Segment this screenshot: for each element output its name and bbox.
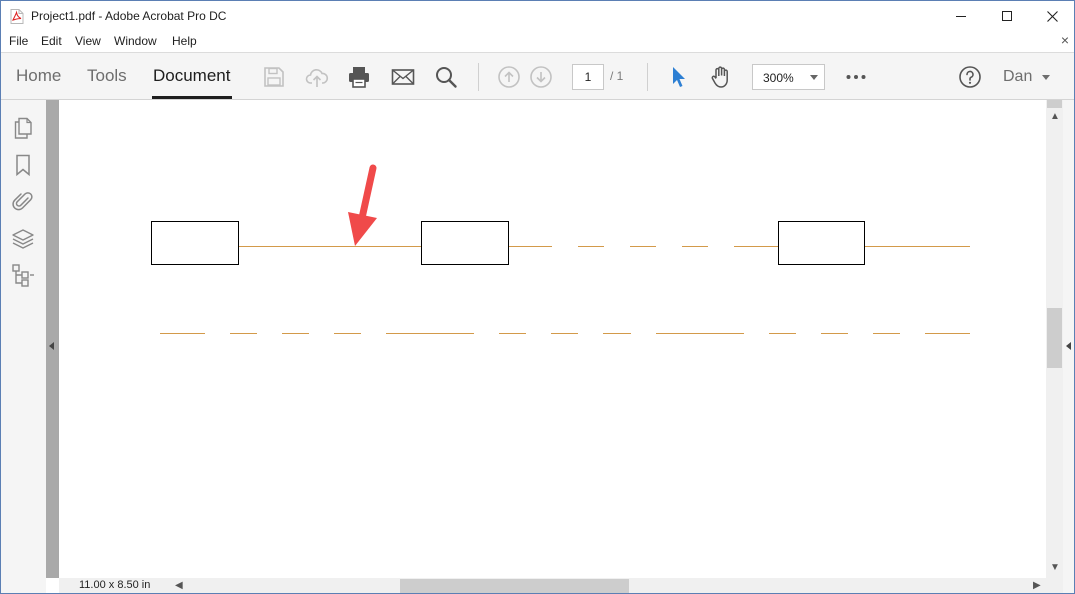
pages-panel-button[interactable] bbox=[11, 116, 35, 140]
cloud-upload-icon bbox=[305, 69, 329, 87]
search-button[interactable] bbox=[434, 65, 458, 89]
more-icon bbox=[846, 75, 866, 79]
scroll-down-icon[interactable]: ▼ bbox=[1050, 563, 1060, 573]
toolbar-separator bbox=[647, 63, 648, 91]
previous-page-button[interactable] bbox=[497, 65, 521, 89]
model-tree-panel-button[interactable] bbox=[11, 263, 35, 287]
bookmarks-panel-button[interactable] bbox=[11, 153, 35, 177]
pdf-page[interactable] bbox=[59, 100, 1046, 578]
chevron-left-icon bbox=[1066, 342, 1071, 350]
chevron-down-icon bbox=[810, 75, 818, 80]
next-page-button[interactable] bbox=[529, 65, 553, 89]
select-cursor-icon bbox=[673, 67, 685, 87]
menu-help[interactable]: Help bbox=[172, 34, 197, 48]
zoom-select[interactable]: 300% bbox=[752, 64, 825, 90]
menu-edit[interactable]: Edit bbox=[41, 34, 62, 48]
pages-icon bbox=[14, 117, 32, 139]
scroll-left-icon[interactable]: ◀ bbox=[175, 581, 183, 591]
menu-file[interactable]: File bbox=[9, 34, 28, 48]
next-page-icon bbox=[530, 66, 552, 88]
chevron-left-icon bbox=[49, 342, 54, 350]
help-button[interactable] bbox=[958, 65, 982, 89]
hand-tool-icon bbox=[711, 66, 728, 88]
menu-window[interactable]: Window bbox=[114, 34, 157, 48]
close-window-button[interactable] bbox=[1029, 1, 1074, 31]
previous-page-icon bbox=[498, 66, 520, 88]
select-tool-button[interactable] bbox=[667, 65, 691, 89]
menu-view[interactable]: View bbox=[75, 34, 101, 48]
model-tree-icon bbox=[12, 264, 34, 287]
diagram-box bbox=[421, 221, 509, 265]
page-number-input[interactable]: 1 bbox=[572, 64, 604, 90]
horizontal-scroll-thumb[interactable] bbox=[400, 579, 629, 593]
acrobat-window: Project1.pdf - Adobe Acrobat Pro DC File… bbox=[0, 0, 1075, 594]
help-icon bbox=[959, 66, 981, 88]
close-document-button[interactable]: × bbox=[1061, 32, 1069, 48]
print-icon bbox=[349, 67, 369, 88]
right-pane-toggle[interactable] bbox=[1063, 100, 1074, 593]
print-button[interactable] bbox=[347, 65, 371, 89]
save-button[interactable] bbox=[262, 65, 286, 89]
window-title: Project1.pdf - Adobe Acrobat Pro DC bbox=[31, 9, 227, 23]
menu-bar: File Edit View Window Help × bbox=[1, 31, 1074, 52]
page-drawing bbox=[151, 164, 970, 334]
tab-home[interactable]: Home bbox=[16, 66, 61, 86]
zoom-value: 300% bbox=[763, 71, 794, 85]
attachments-panel-button[interactable] bbox=[11, 189, 35, 213]
scroll-right-icon[interactable]: ▶ bbox=[1033, 581, 1041, 591]
more-tools-button[interactable] bbox=[844, 65, 868, 89]
close-icon bbox=[1046, 10, 1058, 22]
left-navigation-pane bbox=[1, 100, 46, 593]
active-tab-indicator bbox=[152, 96, 232, 99]
vertical-scroll-thumb[interactable] bbox=[1047, 308, 1062, 368]
vertical-scrollbar[interactable]: ▲ ▼ bbox=[1046, 100, 1063, 578]
left-pane-toggle[interactable] bbox=[46, 100, 58, 578]
tab-tools[interactable]: Tools bbox=[87, 66, 127, 86]
minimize-button[interactable] bbox=[938, 1, 984, 31]
pdf-file-icon bbox=[10, 9, 24, 24]
bookmark-icon bbox=[16, 154, 30, 177]
user-account-menu[interactable]: Dan bbox=[1003, 68, 1032, 86]
hand-tool-button[interactable] bbox=[709, 65, 733, 89]
title-bar: Project1.pdf - Adobe Acrobat Pro DC bbox=[1, 1, 1074, 31]
email-button[interactable] bbox=[391, 65, 415, 89]
save-icon bbox=[264, 67, 284, 87]
scroll-marker bbox=[1047, 100, 1062, 108]
email-icon bbox=[391, 69, 415, 85]
attachment-icon bbox=[12, 192, 33, 211]
chevron-down-icon bbox=[1042, 75, 1050, 80]
minimize-icon bbox=[956, 16, 966, 17]
bottom-bar: 11.00 x 8.50 in ◀ ▶ bbox=[59, 578, 1063, 593]
diagram-box bbox=[778, 221, 865, 265]
tab-document[interactable]: Document bbox=[153, 66, 230, 86]
scroll-up-icon[interactable]: ▲ bbox=[1050, 112, 1060, 122]
page-size-label: 11.00 x 8.50 in bbox=[79, 579, 151, 591]
layers-icon bbox=[12, 229, 34, 249]
toolbar-separator bbox=[478, 63, 479, 91]
maximize-icon bbox=[1002, 11, 1012, 21]
diagram-box bbox=[151, 221, 239, 265]
page-total: / 1 bbox=[610, 69, 624, 83]
search-icon bbox=[436, 67, 457, 88]
layers-panel-button[interactable] bbox=[11, 227, 35, 251]
upload-button[interactable] bbox=[305, 65, 329, 89]
red-arrow-annotation bbox=[348, 164, 377, 246]
main-toolbar: Home Tools Document 1 / 1 300% Dan bbox=[1, 52, 1074, 100]
maximize-button[interactable] bbox=[984, 1, 1030, 31]
